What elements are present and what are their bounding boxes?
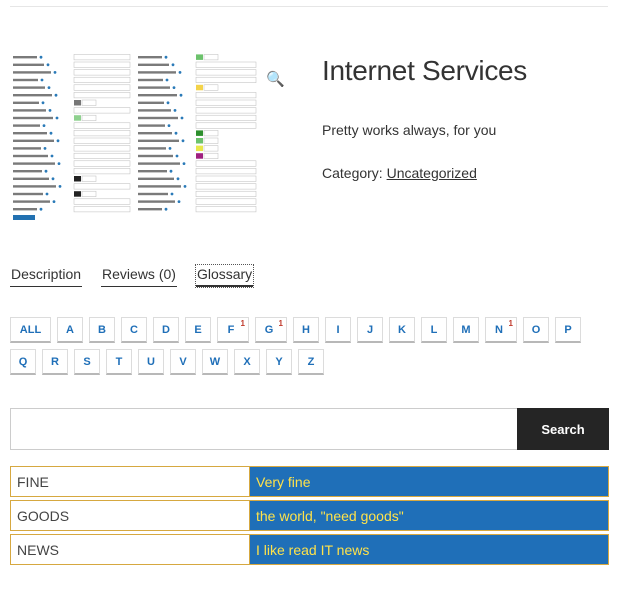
letter-button-g[interactable]: G1	[255, 317, 287, 343]
letter-row-1: ALL A B C D E F 1 G 1 H I J K L M N 1 O P	[10, 317, 610, 343]
letter-button-i[interactable]: I	[325, 317, 351, 343]
glossary-term[interactable]: GOODS	[10, 500, 250, 531]
letter-button-c[interactable]: C	[121, 317, 147, 343]
letter-label: V	[179, 355, 187, 368]
product-category: Category: Uncategorized	[322, 165, 477, 181]
letter-button-t[interactable]: T	[106, 349, 132, 375]
product-description: Pretty works always, for you	[322, 122, 497, 138]
letter-count-badge: 1	[278, 319, 283, 328]
glossary-search: Search	[10, 408, 609, 450]
glossary-row: GOODS the world, "need goods"	[10, 500, 609, 531]
glossary-definition: the world, "need goods"	[250, 500, 609, 531]
glossary-definition: I like read IT news	[250, 534, 609, 565]
search-button[interactable]: Search	[517, 408, 609, 450]
letter-button-u[interactable]: U	[138, 349, 164, 375]
letter-label: ALL	[19, 323, 42, 336]
letter-label: L	[430, 323, 438, 336]
letter-button-f[interactable]: F1	[217, 317, 249, 343]
letter-label: I	[336, 323, 340, 336]
glossary-row: FINE Very fine	[10, 466, 609, 497]
glossary-term[interactable]: NEWS	[10, 534, 250, 565]
letter-button-h[interactable]: H	[293, 317, 319, 343]
tab-reviews[interactable]: Reviews (0)	[101, 265, 177, 287]
letter-button-e[interactable]: E	[185, 317, 211, 343]
category-label: Category:	[322, 165, 383, 181]
letter-button-w[interactable]: W	[202, 349, 228, 375]
letter-button-y[interactable]: Y	[266, 349, 292, 375]
magnifier-icon[interactable]: 🔍	[266, 71, 285, 89]
letter-label: S	[83, 355, 91, 368]
letter-count-badge: 1	[508, 319, 513, 328]
letter-label: A	[66, 323, 74, 336]
letter-button-d[interactable]: D	[153, 317, 179, 343]
letter-label: N	[495, 323, 503, 336]
letter-button-r[interactable]: R	[42, 349, 68, 375]
glossary-table: FINE Very fine GOODS the world, "need goods…	[10, 466, 609, 568]
letter-button-j[interactable]: J	[357, 317, 383, 343]
glossary-term[interactable]: FINE	[10, 466, 250, 497]
letter-label: B	[98, 323, 106, 336]
letter-button-s[interactable]: S	[74, 349, 100, 375]
letter-label: Q	[18, 355, 28, 368]
tab-glossary[interactable]: Glossary	[194, 264, 255, 288]
letter-button-v[interactable]: V	[170, 349, 196, 375]
letter-label: K	[398, 323, 406, 336]
tab-description[interactable]: Description	[10, 265, 83, 287]
letter-label: Z	[307, 355, 315, 368]
letter-button-z[interactable]: Z	[298, 349, 324, 375]
glossary-letter-index: ALL A B C D E F 1 G 1 H I J K L M N 1 O P QRSTUVWXYZ	[10, 317, 610, 381]
letter-button-n[interactable]: N1	[485, 317, 517, 343]
letter-button-o[interactable]: O	[523, 317, 549, 343]
letter-button-x[interactable]: X	[234, 349, 260, 375]
glossary-row: NEWS I like read IT news	[10, 534, 609, 565]
letter-button-l[interactable]: L	[421, 317, 447, 343]
top-divider	[10, 6, 608, 7]
letter-label: J	[366, 323, 374, 336]
letter-label: D	[162, 323, 170, 336]
letter-count-badge: 1	[240, 319, 245, 328]
letter-button-b[interactable]: B	[89, 317, 115, 343]
search-input[interactable]	[10, 408, 517, 450]
letter-label: O	[531, 323, 541, 336]
letter-label: T	[115, 355, 123, 368]
letter-label: F	[227, 323, 235, 336]
letter-label: U	[147, 355, 155, 368]
product-tabs: Description Reviews (0) Glossary	[10, 264, 255, 288]
letter-row-2: Q R S T U V W X Y Z	[10, 349, 610, 375]
letter-button-k[interactable]: K	[389, 317, 415, 343]
letter-button-q[interactable]: Q	[10, 349, 36, 375]
letter-button-a[interactable]: A	[57, 317, 83, 343]
glossary-definition: Very fine	[250, 466, 609, 497]
letter-button-m[interactable]: M	[453, 317, 479, 343]
product-title: Internet Services	[322, 55, 527, 86]
category-link[interactable]: Uncategorized	[387, 165, 477, 181]
letter-label: H	[302, 323, 310, 336]
letter-label: X	[243, 355, 251, 368]
letter-label: C	[130, 323, 138, 336]
letter-label: Y	[275, 355, 283, 368]
settings-screenshot-thumbnail	[10, 52, 298, 220]
letter-label: R	[51, 355, 59, 368]
product-image[interactable]	[10, 52, 298, 220]
letter-label: M	[461, 323, 471, 336]
letter-label: G	[264, 323, 274, 336]
letter-button-p[interactable]: P	[555, 317, 581, 343]
letter-button-all[interactable]: ALL	[10, 317, 51, 343]
letter-label: W	[209, 355, 221, 368]
letter-label: E	[194, 323, 202, 336]
letter-label: P	[564, 323, 572, 336]
